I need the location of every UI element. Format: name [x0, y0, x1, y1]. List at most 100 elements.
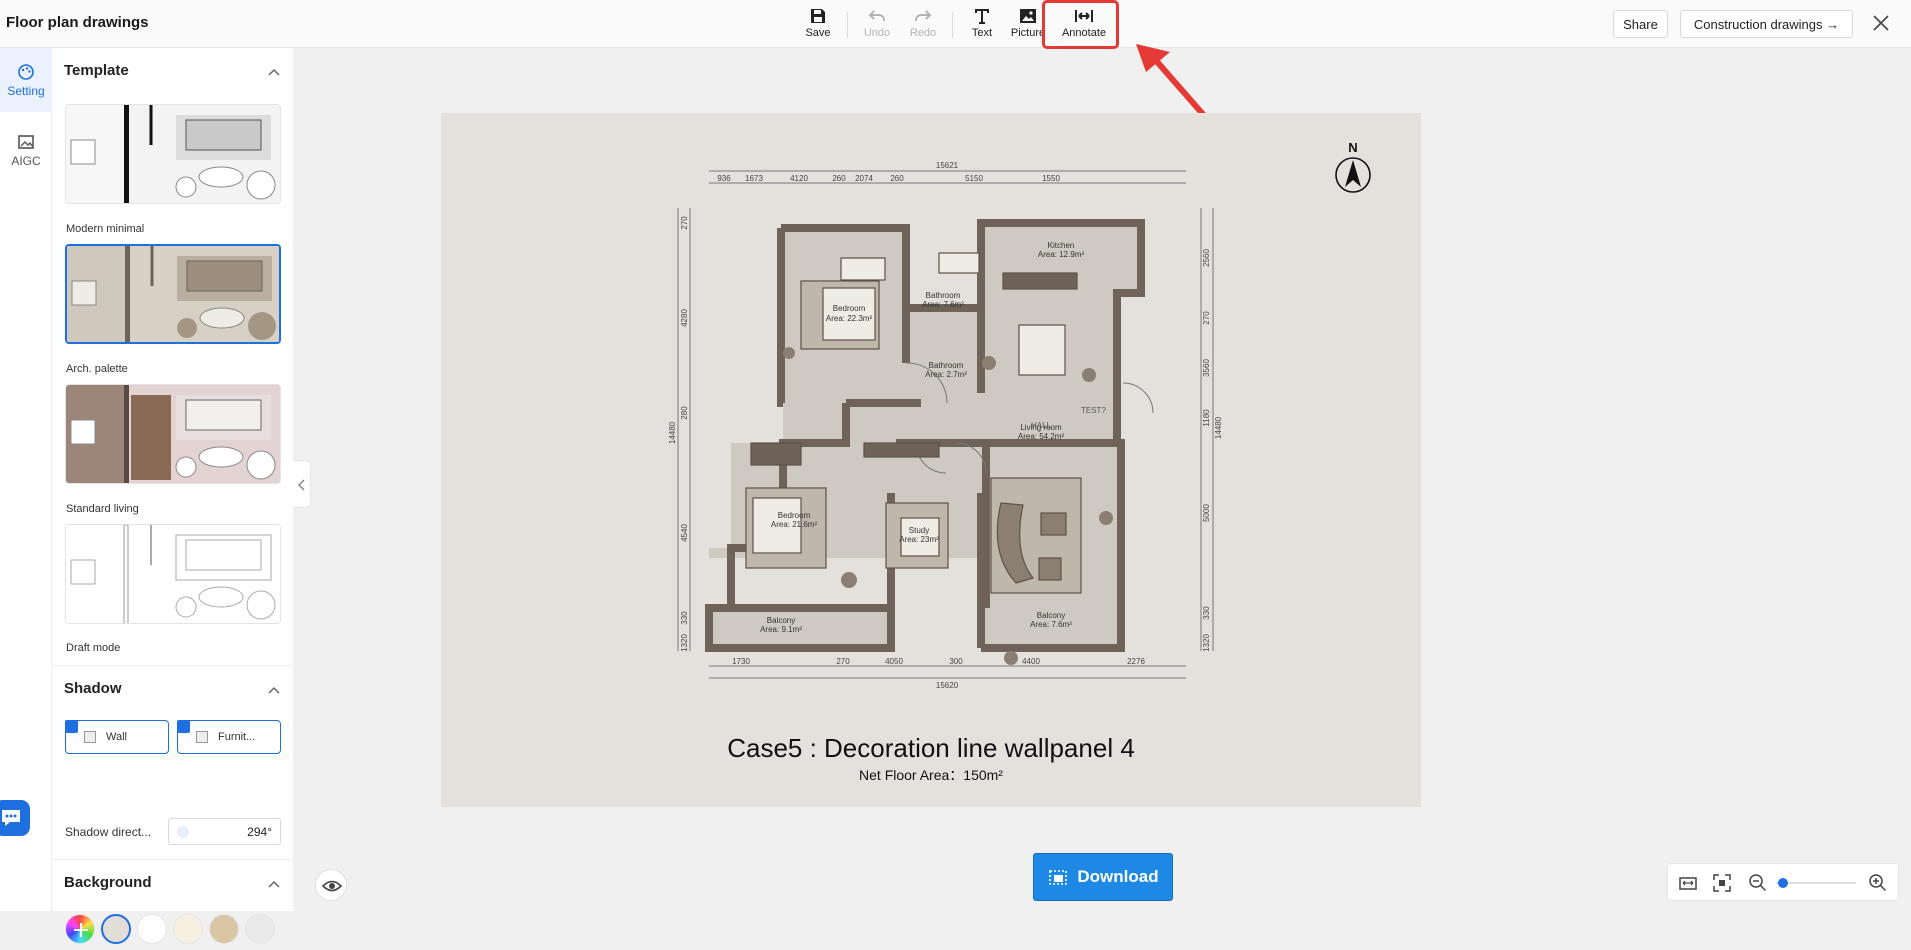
- undo-icon: [868, 10, 885, 21]
- template-thumb-standard-living[interactable]: [65, 384, 281, 484]
- template-preview-image: [66, 105, 280, 203]
- redo-icon: [915, 10, 932, 21]
- background-swatch[interactable]: [173, 914, 203, 944]
- furniture-shadow-checkbox[interactable]: Furnit...: [177, 720, 281, 754]
- room-area: Area: 7.6m²: [1030, 620, 1072, 629]
- close-icon[interactable]: [1872, 14, 1890, 32]
- dimension-label: 280: [680, 406, 689, 420]
- room-name: Balcony: [1037, 611, 1065, 620]
- rail-setting-label: Setting: [7, 83, 45, 98]
- checkbox-checked-icon: [177, 720, 190, 733]
- zoom-in-icon[interactable]: [1868, 873, 1888, 893]
- zoom-out-icon[interactable]: [1748, 873, 1768, 893]
- plan-net-area: Net Floor Area：150m²: [859, 767, 1003, 783]
- dimension-label: 2276: [1127, 657, 1145, 666]
- shadow-direction-input[interactable]: 294°: [168, 818, 281, 845]
- dimension-label: 270: [836, 657, 850, 666]
- floor-plan-canvas[interactable]: HALL TEST? Bedroom Area: 22.3m² Bathroom…: [441, 113, 1421, 807]
- template-label: Modern minimal: [66, 223, 145, 235]
- dimension-label: 330: [1202, 606, 1211, 620]
- dimension-label: 300: [949, 657, 963, 666]
- collapse-panel-tab[interactable]: [293, 460, 311, 508]
- dimension-label: 4280: [680, 309, 689, 327]
- construction-drawings-button[interactable]: Construction drawings →: [1680, 10, 1853, 38]
- dimension-label: 14480: [668, 421, 677, 444]
- dimension-label: 15621: [936, 161, 959, 170]
- rail-item-aigc[interactable]: AIGC: [0, 118, 52, 182]
- background-swatch[interactable]: [137, 914, 167, 944]
- dimension-label: 3560: [1202, 359, 1211, 377]
- text-button[interactable]: Text: [959, 6, 1005, 44]
- redo-button[interactable]: Redo: [900, 6, 946, 44]
- dimension-label: 1180: [1202, 409, 1211, 427]
- shadow-direction-value: 294°: [247, 825, 272, 839]
- dimension-label: 5000: [1202, 504, 1211, 522]
- dimension-label: 1673: [745, 174, 763, 183]
- room-name: Study: [909, 526, 929, 535]
- download-button[interactable]: Download: [1033, 853, 1173, 901]
- background-swatch[interactable]: [245, 914, 275, 944]
- zoom-slider-handle[interactable]: [1778, 878, 1788, 888]
- chat-bubble-icon: [2, 810, 20, 826]
- background-swatch[interactable]: [101, 914, 131, 944]
- dimension-label: 1730: [732, 657, 750, 666]
- dimension-label: 4050: [885, 657, 903, 666]
- plan-label: TEST?: [1081, 406, 1106, 415]
- north-arrow-icon: [1335, 157, 1371, 193]
- dimension-label: 330: [680, 611, 689, 625]
- save-button[interactable]: Save: [795, 6, 841, 44]
- template-label: Arch. palette: [66, 363, 128, 375]
- share-button[interactable]: Share: [1613, 10, 1668, 38]
- room-name: Bathroom: [926, 291, 961, 300]
- toolbar-divider: [952, 12, 953, 38]
- left-rail: Setting AIGC: [0, 48, 52, 911]
- room-name: Kitchen: [1048, 241, 1075, 250]
- plan-title: Case5 : Decoration line wallpanel 4: [727, 733, 1135, 763]
- fit-width-icon[interactable]: [1678, 873, 1698, 893]
- fit-screen-icon[interactable]: [1712, 873, 1732, 893]
- dimension-label: 1320: [680, 634, 689, 652]
- save-icon: [811, 9, 825, 23]
- wall-shadow-checkbox[interactable]: Wall: [65, 720, 169, 754]
- dimension-label: 4400: [1022, 657, 1040, 666]
- settings-panel: Template Modern minimal Arch. palette St…: [52, 48, 293, 944]
- direction-dial-icon: [177, 826, 189, 838]
- background-swatch[interactable]: [209, 914, 239, 944]
- visibility-toggle-button[interactable]: [315, 869, 347, 901]
- dimension-label: 1320: [1202, 634, 1211, 652]
- north-indicator: N: [1332, 140, 1374, 200]
- zoom-slider-track[interactable]: [1776, 882, 1856, 884]
- room-name: Living room: [1020, 423, 1062, 432]
- chevron-up-icon[interactable]: [268, 68, 280, 76]
- undo-label: Undo: [863, 27, 891, 39]
- dimension-label: 260: [890, 174, 904, 183]
- furniture-label: Furnit...: [218, 731, 256, 743]
- dimension-label: 1550: [1042, 174, 1060, 183]
- room-area: Area: 22.3m²: [826, 314, 873, 323]
- chevron-left-icon: [297, 479, 305, 491]
- floor-plan-drawing[interactable]: HALL TEST? Bedroom Area: 22.3m² Bathroom…: [441, 113, 1421, 713]
- template-preview-image: [66, 525, 280, 623]
- chevron-up-icon[interactable]: [268, 686, 280, 694]
- dimension-label: 2560: [1202, 249, 1211, 267]
- background-heading: Background: [64, 874, 152, 891]
- room-area: Area: 23m²: [899, 535, 939, 544]
- dimension-label: 4120: [790, 174, 808, 183]
- undo-button[interactable]: Undo: [854, 6, 900, 44]
- dimension-label: 5150: [965, 174, 983, 183]
- dimension-label: 4540: [680, 524, 689, 542]
- app-title: Floor plan drawings: [6, 14, 149, 31]
- dimension-label: 2074: [855, 174, 873, 183]
- rail-item-setting[interactable]: Setting: [0, 48, 52, 112]
- chat-button[interactable]: [0, 800, 30, 836]
- chevron-up-icon[interactable]: [268, 880, 280, 888]
- template-thumb-modern-minimal[interactable]: [65, 104, 281, 204]
- custom-color-button[interactable]: [65, 914, 95, 944]
- template-label: Standard living: [66, 503, 139, 515]
- room-name: Bedroom: [833, 304, 866, 313]
- dimension-label: 270: [680, 216, 689, 230]
- template-thumb-arch-palette[interactable]: [65, 244, 281, 344]
- room-area: Area: 7.6m²: [922, 300, 964, 309]
- template-thumb-draft-mode[interactable]: [65, 524, 281, 624]
- eye-icon: [321, 880, 343, 892]
